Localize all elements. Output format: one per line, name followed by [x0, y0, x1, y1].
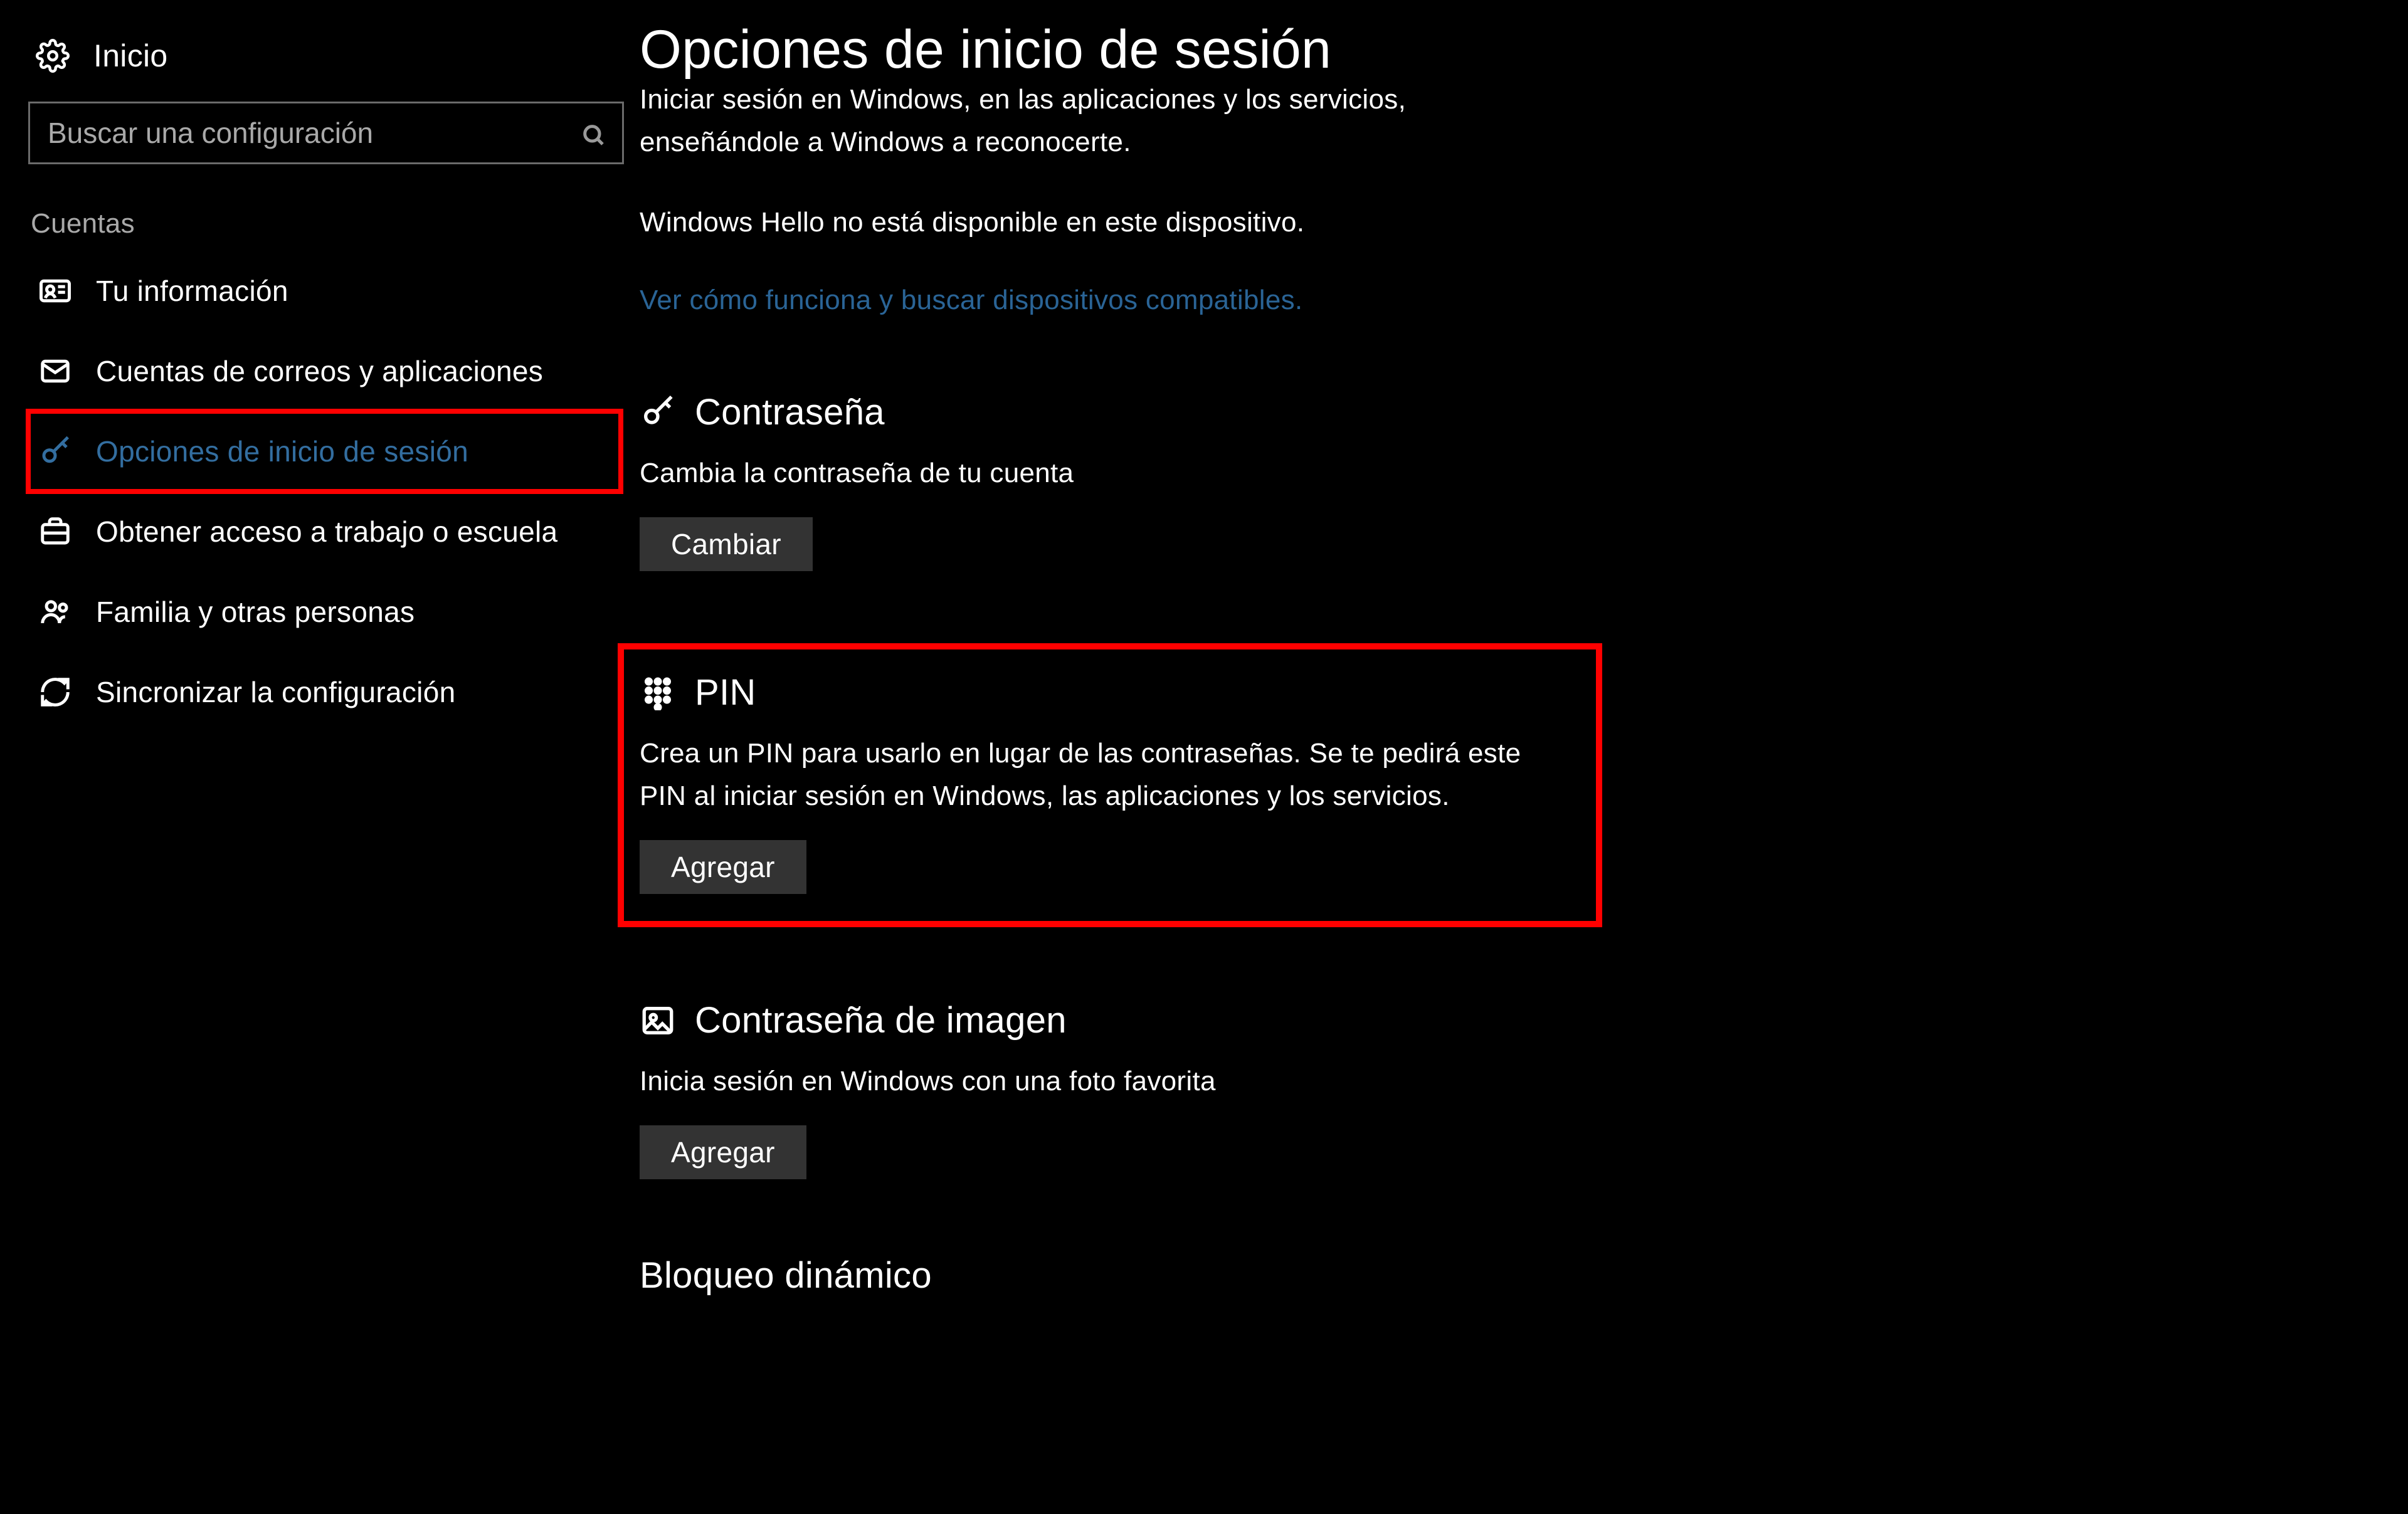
- pin-section: PIN Crea un PIN para usarlo en lugar de …: [621, 646, 1599, 924]
- picture-password-heading: Contraseña de imagen: [695, 999, 1067, 1041]
- nav-item-your-info[interactable]: Tu información: [28, 251, 621, 331]
- image-icon: [640, 1002, 676, 1039]
- nav-home[interactable]: Inicio: [28, 31, 621, 97]
- nav-item-label: Sincronizar la configuración: [96, 675, 455, 709]
- password-desc: Cambia la contraseña de tu cuenta: [640, 452, 1555, 495]
- dynamic-lock-heading: Bloqueo dinámico: [640, 1254, 932, 1296]
- settings-nav: Inicio Cuentas Tu información Cuentas de…: [0, 0, 640, 1514]
- settings-search[interactable]: [28, 102, 624, 164]
- password-section: Contraseña Cambia la contraseña de tu cu…: [640, 391, 1618, 571]
- pin-desc: Crea un PIN para usarlo en lugar de las …: [640, 732, 1555, 817]
- sync-icon: [38, 675, 72, 709]
- intro-text-2: enseñándole a Windows a reconocerte.: [640, 121, 1593, 164]
- nav-item-label: Obtener acceso a trabajo o escuela: [96, 515, 557, 549]
- nav-item-label: Opciones de inicio de sesión: [96, 434, 468, 468]
- password-heading: Contraseña: [695, 391, 885, 433]
- gear-icon: [36, 39, 70, 73]
- pinpad-icon: [640, 674, 676, 710]
- nav-item-family[interactable]: Familia y otras personas: [28, 572, 621, 652]
- page-title: Opciones de inicio de sesión: [640, 19, 2345, 81]
- dynamic-lock-section: Bloqueo dinámico: [640, 1254, 1618, 1296]
- nav-item-email-accounts[interactable]: Cuentas de correos y aplicaciones: [28, 331, 621, 411]
- nav-item-sync[interactable]: Sincronizar la configuración: [28, 652, 621, 732]
- hello-unavailable-text: Windows Hello no está disponible en este…: [640, 201, 1593, 244]
- pin-heading: PIN: [695, 671, 756, 713]
- nav-category-label: Cuentas: [28, 208, 621, 251]
- key-icon: [640, 394, 676, 430]
- picture-password-desc: Inicia sesión en Windows con una foto fa…: [640, 1060, 1555, 1103]
- nav-item-label: Cuentas de correos y aplicaciones: [96, 354, 543, 388]
- main-content: Opciones de inicio de sesión Iniciar ses…: [640, 0, 2408, 1514]
- nav-item-signin-options[interactable]: Opciones de inicio de sesión: [28, 411, 621, 492]
- people-icon: [38, 595, 72, 629]
- search-icon: [581, 120, 606, 145]
- nav-home-label: Inicio: [93, 38, 168, 74]
- mail-icon: [38, 354, 72, 388]
- search-input[interactable]: [46, 115, 581, 150]
- key-icon: [38, 434, 72, 468]
- intro-text-1: Iniciar sesión en Windows, en las aplica…: [640, 78, 1593, 121]
- hello-learn-more-link[interactable]: Ver cómo funciona y buscar dispositivos …: [640, 285, 2345, 316]
- nav-item-work-school[interactable]: Obtener acceso a trabajo o escuela: [28, 492, 621, 572]
- picture-password-add-button[interactable]: Agregar: [640, 1125, 806, 1179]
- nav-item-label: Tu información: [96, 274, 288, 308]
- nav-item-label: Familia y otras personas: [96, 595, 415, 629]
- pin-add-button[interactable]: Agregar: [640, 840, 806, 894]
- password-change-button[interactable]: Cambiar: [640, 517, 813, 571]
- id-card-icon: [38, 274, 72, 308]
- briefcase-icon: [38, 515, 72, 549]
- picture-password-section: Contraseña de imagen Inicia sesión en Wi…: [640, 999, 1618, 1179]
